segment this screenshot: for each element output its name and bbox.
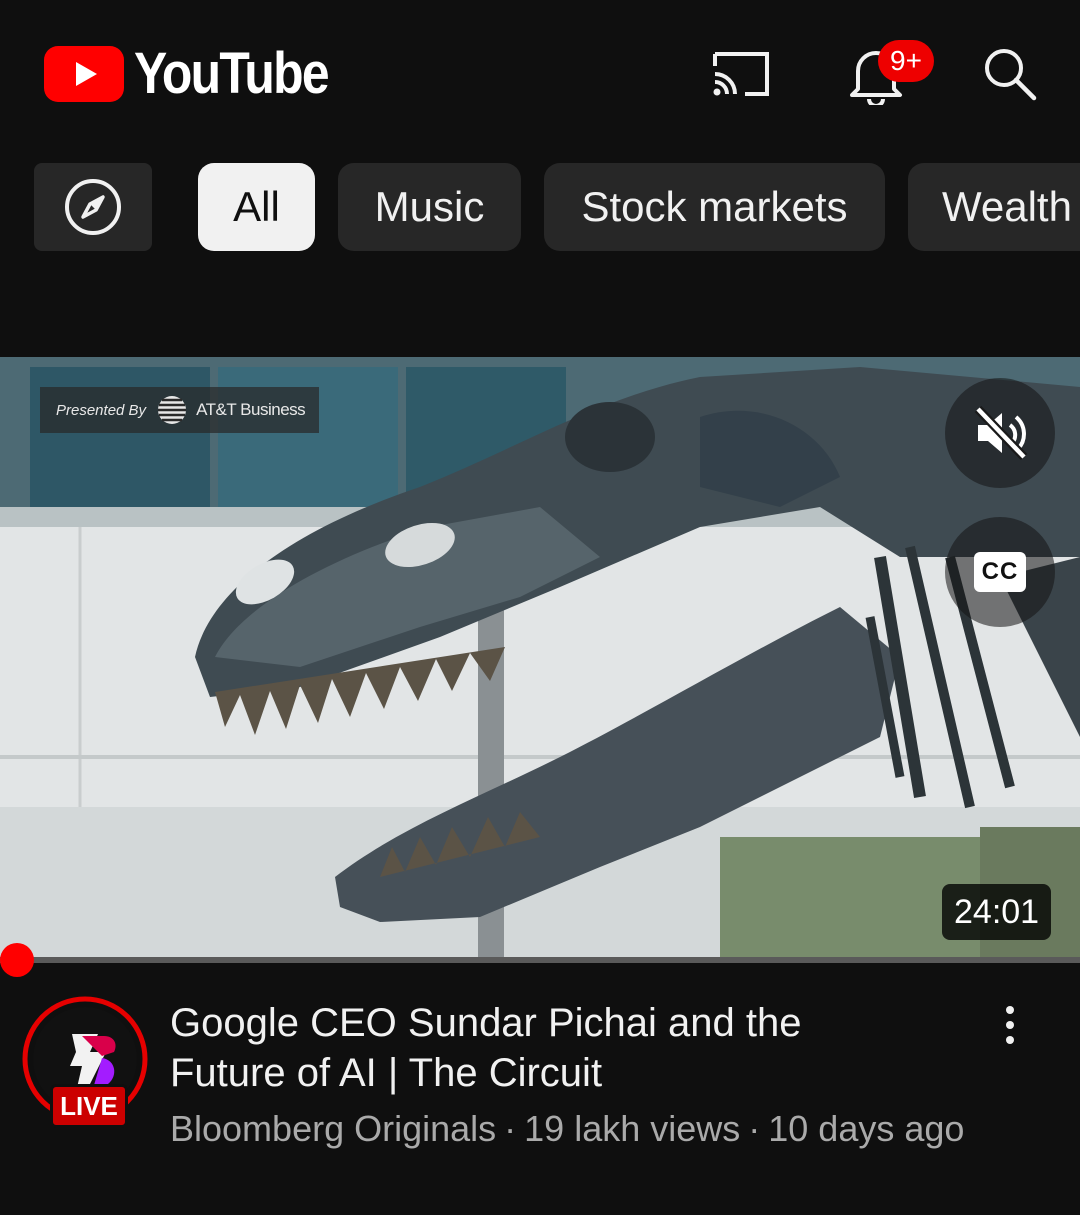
sponsor-brand: AT&T Business <box>196 400 306 419</box>
more-vert-dot <box>1006 1036 1014 1044</box>
cast-icon <box>713 52 769 96</box>
channel-name[interactable]: Bloomberg Originals <box>170 1108 496 1149</box>
top-app-bar: YouTube 9+ <box>0 0 1080 150</box>
video-duration-badge: 24:01 <box>942 884 1052 940</box>
sponsor-overlay: Presented By AT&T Business <box>40 387 320 433</box>
chip-all[interactable]: All <box>198 163 315 251</box>
video-thumbnail-image <box>0 357 1080 959</box>
category-chips-bar: All Music Stock markets Wealth <box>0 163 1080 253</box>
video-metadata: Bloomberg Originals · 19 lakh views · 10 day… <box>170 1108 964 1150</box>
video-progress-bar[interactable] <box>0 957 1080 963</box>
upload-age: 10 days ago <box>768 1108 965 1149</box>
cc-icon: CC <box>974 552 1026 592</box>
video-title[interactable]: Google CEO Sundar Pichai and the Future … <box>170 998 870 1098</box>
chip-stock-markets[interactable]: Stock markets <box>544 163 885 251</box>
youtube-logo[interactable]: YouTube <box>44 44 359 104</box>
more-vert-dot <box>1006 1021 1014 1029</box>
mute-icon <box>974 405 1028 461</box>
search-icon <box>985 49 1037 101</box>
explore-button[interactable] <box>34 163 152 251</box>
chip-music[interactable]: Music <box>338 163 521 251</box>
captions-button[interactable]: CC <box>945 517 1055 627</box>
live-badge: LIVE <box>50 1084 128 1128</box>
video-progress-scrubber[interactable] <box>0 943 34 977</box>
notification-count-badge: 9+ <box>878 40 934 82</box>
youtube-home-screen: YouTube 9+ All Music Stock markets Wealt… <box>0 0 1080 1215</box>
youtube-play-logo-icon <box>44 46 124 102</box>
meta-separator: · <box>504 1108 517 1149</box>
view-count: 19 lakh views <box>524 1108 741 1149</box>
video-player-preview[interactable]: Presented By AT&T Business CC 24:01 <box>0 357 1080 959</box>
mute-toggle-button[interactable] <box>945 378 1055 488</box>
chip-wealth[interactable]: Wealth <box>908 163 1080 251</box>
logo-wordmark: YouTube <box>134 41 330 106</box>
cast-button[interactable] <box>706 40 774 108</box>
more-vert-icon <box>1006 1006 1014 1014</box>
sponsor-prefix: Presented By <box>56 401 147 419</box>
att-globe-icon <box>158 396 187 424</box>
search-button[interactable] <box>976 40 1044 108</box>
cc-label: CC <box>981 558 1019 585</box>
more-options-button[interactable] <box>990 1000 1030 1050</box>
meta-separator: · <box>748 1108 761 1149</box>
compass-icon <box>65 179 121 235</box>
